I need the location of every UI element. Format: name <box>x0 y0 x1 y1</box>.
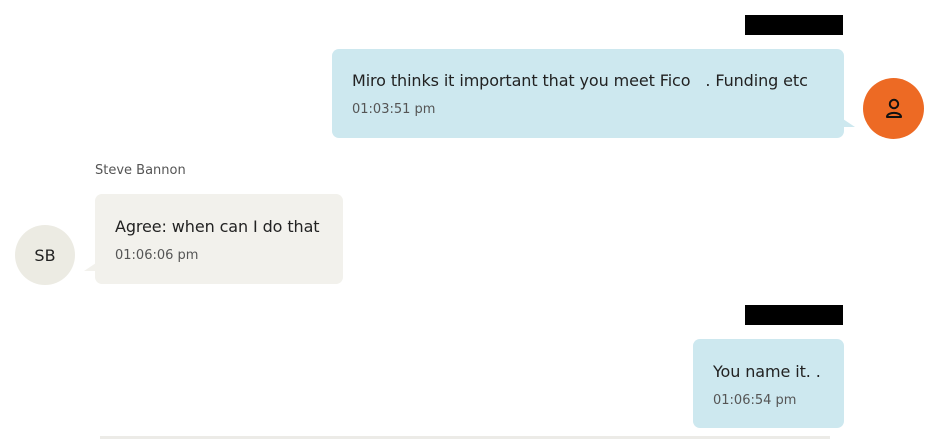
user-avatar[interactable] <box>863 78 924 139</box>
bubble-tail <box>843 119 855 127</box>
message-text: Agree: when can I do that <box>115 217 320 236</box>
message-timestamp: 01:03:51 pm <box>352 102 436 117</box>
user-icon <box>885 98 902 118</box>
redacted-sender-name <box>745 15 843 35</box>
message-timestamp: 01:06:06 pm <box>115 248 199 263</box>
outgoing-message-bubble: You name it. . 01:06:54 pm <box>693 339 844 428</box>
message-timestamp: 01:06:54 pm <box>713 393 797 408</box>
redacted-sender-name <box>745 305 843 325</box>
message-text: You name it. . <box>713 362 821 381</box>
incoming-message-bubble: Agree: when can I do that 01:06:06 pm <box>95 194 343 284</box>
message-text: Miro thinks it important that you meet F… <box>352 71 808 90</box>
avatar-initials: SB <box>34 245 56 265</box>
outgoing-message-bubble: Miro thinks it important that you meet F… <box>332 49 844 138</box>
sender-name: Steve Bannon <box>95 163 186 178</box>
contact-avatar[interactable]: SB <box>15 225 75 285</box>
